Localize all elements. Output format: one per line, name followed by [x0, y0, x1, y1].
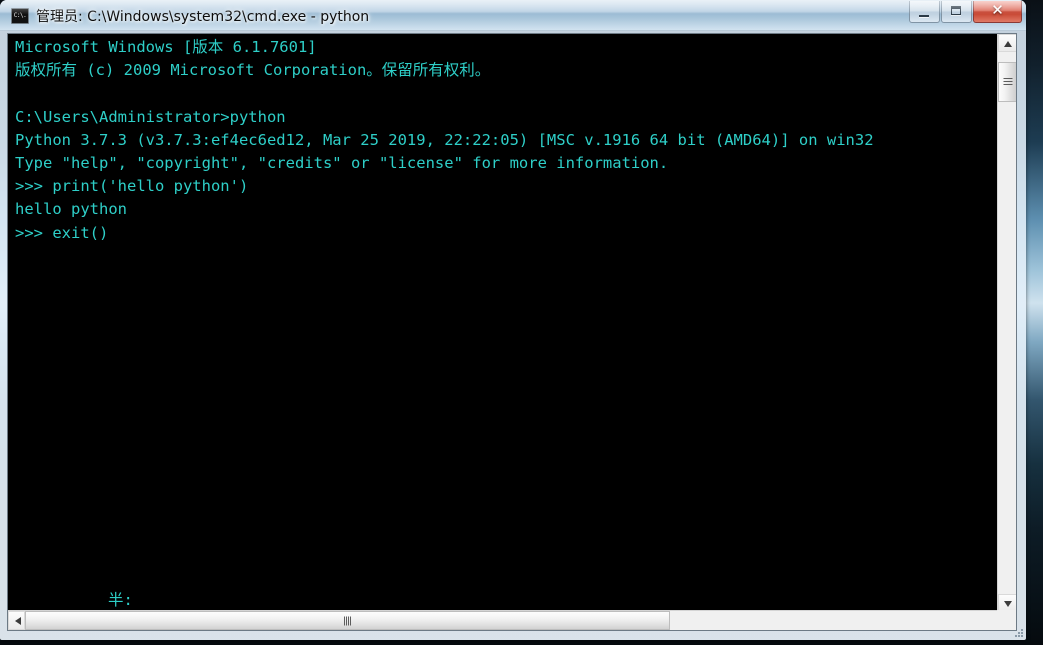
console-line: >>> exit() [15, 223, 109, 242]
console-output[interactable]: Microsoft Windows [版本 6.1.7601] 版权所有 (c)… [8, 34, 999, 612]
scroll-grip-icon [1003, 78, 1012, 86]
chevron-up-icon [1004, 41, 1012, 47]
console-line: Python 3.7.3 (v3.7.3:ef4ec6ed12, Mar 25 … [15, 130, 874, 149]
resize-grip-icon[interactable] [1012, 626, 1023, 637]
minimize-button[interactable] [909, 1, 940, 23]
console-bottom-note: 半: [108, 590, 133, 609]
console-line: Microsoft Windows [版本 6.1.7601] [15, 38, 317, 56]
console-line: C:\Users\Administrator>python [15, 107, 286, 126]
maximize-button[interactable] [941, 1, 972, 23]
cmd-window: C:\. 管理员: C:\Windows\system32\cmd.exe - … [0, 0, 1026, 640]
scroll-grip-icon [343, 616, 352, 625]
minimize-icon [919, 15, 929, 17]
cmd-exe-icon: C:\. [11, 8, 29, 24]
close-button[interactable]: ✕ [973, 1, 1022, 23]
console-client-area: Microsoft Windows [版本 6.1.7601] 版权所有 (c)… [7, 33, 1017, 631]
title-bar[interactable]: C:\. 管理员: C:\Windows\system32\cmd.exe - … [0, 0, 1026, 30]
console-line: >>> print('hello python') [15, 177, 249, 196]
chevron-down-icon [1004, 601, 1012, 607]
scroll-up-button[interactable] [998, 34, 1016, 52]
caption-buttons: ✕ [908, 1, 1022, 23]
window-title: 管理员: C:\Windows\system32\cmd.exe - pytho… [36, 9, 370, 25]
console-line: hello python [15, 200, 127, 219]
chevron-left-icon [15, 617, 21, 625]
vertical-scrollbar[interactable] [997, 34, 1016, 612]
maximize-icon [951, 6, 961, 15]
scroll-left-button[interactable] [8, 611, 25, 630]
horizontal-scrollbar[interactable] [8, 610, 1016, 630]
vertical-scroll-thumb[interactable] [998, 62, 1016, 102]
console-line: Type "help", "copyright", "credits" or "… [15, 153, 669, 172]
close-icon: ✕ [991, 1, 1004, 19]
console-line: 版权所有 (c) 2009 Microsoft Corporation。保留所有… [15, 61, 491, 80]
horizontal-scroll-thumb[interactable] [25, 611, 670, 630]
